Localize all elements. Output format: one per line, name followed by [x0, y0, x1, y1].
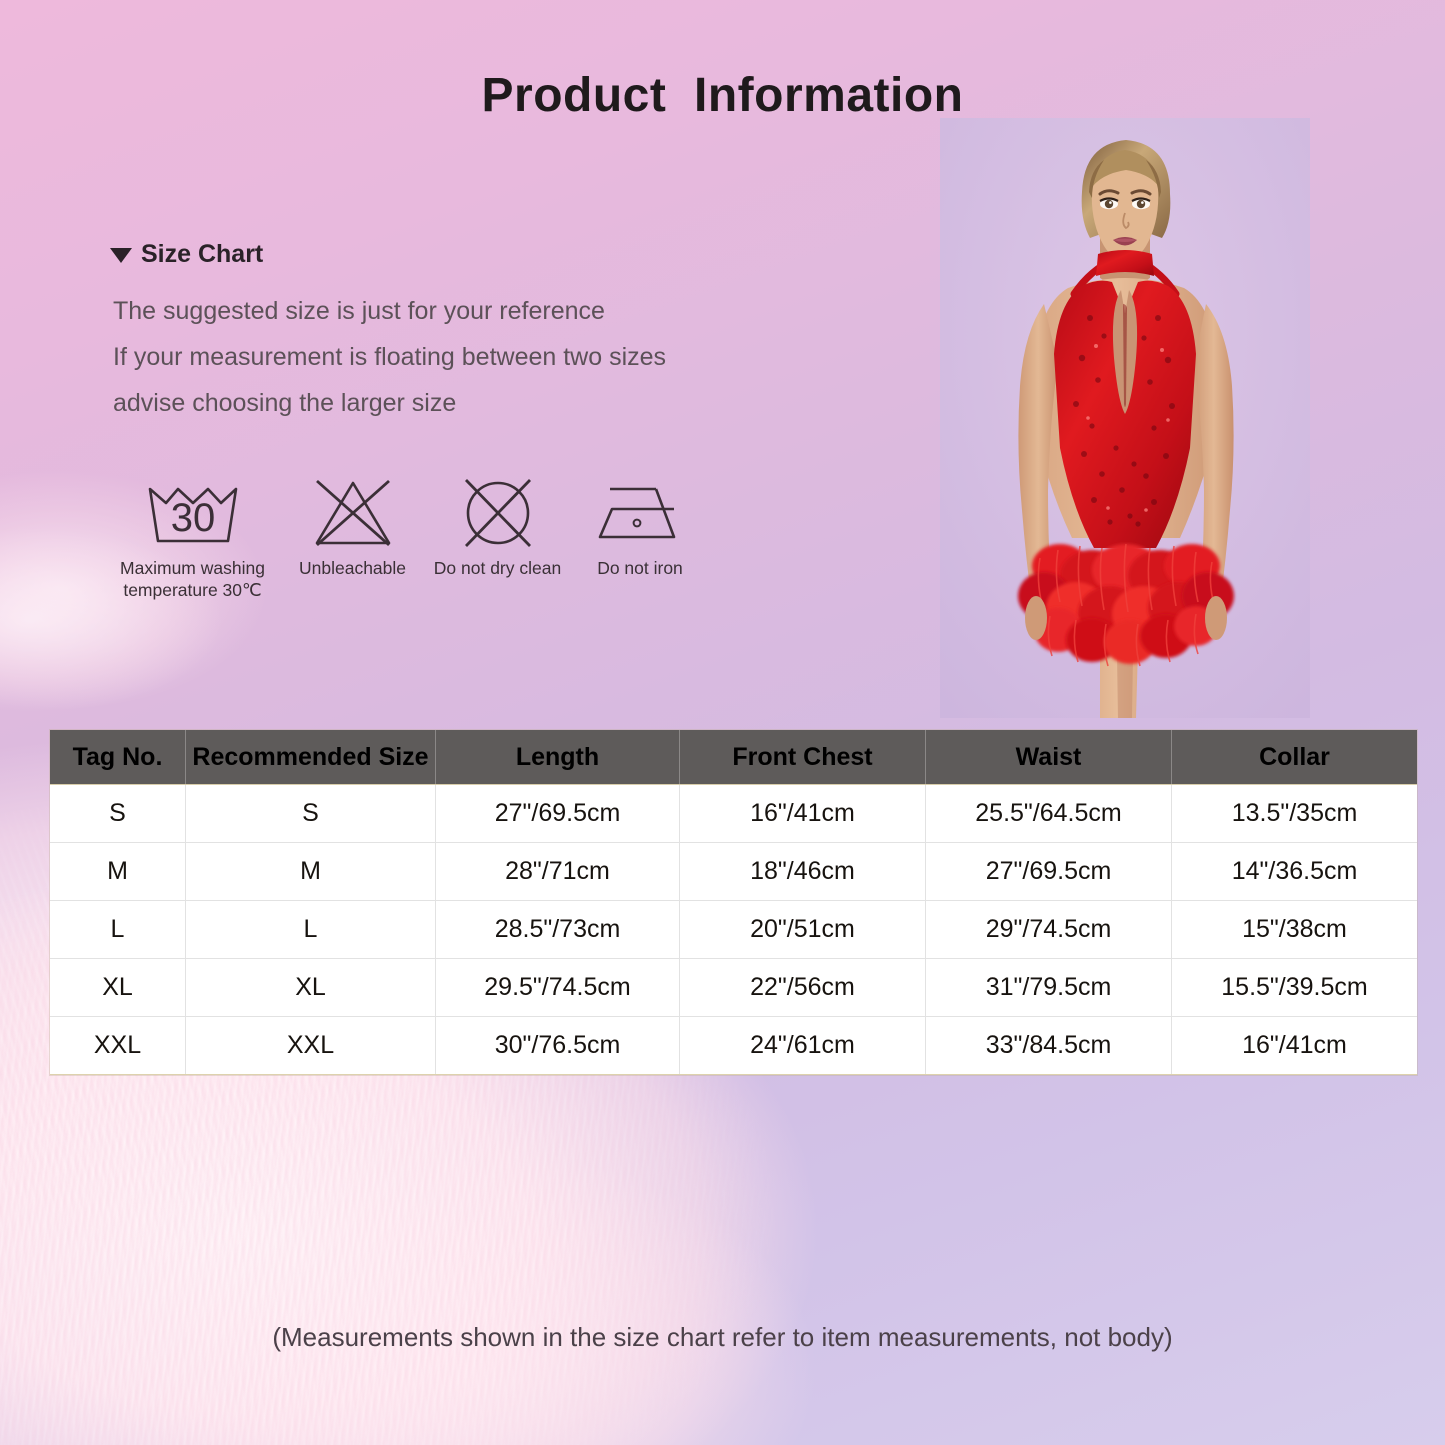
no-dry-clean-icon [448, 475, 548, 551]
cell-length: 28.5"/73cm [435, 900, 680, 959]
cell-collar: 15.5"/39.5cm [1171, 958, 1417, 1017]
cell-tag-no: L [50, 900, 186, 959]
cell-tag-no: XL [50, 958, 186, 1017]
cell-waist: 25.5"/64.5cm [925, 784, 1172, 843]
column-header-front-chest: Front Chest [679, 730, 926, 785]
product-model-photo [940, 118, 1310, 718]
care-item-dry-clean: Do not dry clean [425, 475, 570, 579]
cell-front-chest: 18"/46cm [679, 842, 926, 901]
care-label-line1: Do not dry clean [433, 558, 562, 578]
page-title: Product Information [481, 69, 964, 122]
care-label-line1: Maximum washing [120, 558, 265, 578]
size-chart-table: Tag No. Recommended Size Length Front Ch… [50, 730, 1417, 1075]
measurement-disclaimer: (Measurements shown in the size chart re… [272, 1322, 1173, 1352]
column-header-waist: Waist [925, 730, 1172, 785]
cell-length: 30"/76.5cm [435, 1016, 680, 1075]
product-information-page: Product Information Size Chart The sugge… [0, 0, 1445, 1445]
care-instruction-row: 30 Maximum washing temperature 30℃ Unble… [105, 475, 710, 601]
care-label-line1: Unbleachable [298, 558, 407, 578]
care-label-iron: Do not iron [597, 557, 683, 579]
care-item-iron: Do not iron [570, 475, 710, 579]
cell-collar: 14"/36.5cm [1171, 842, 1417, 901]
size-chart-note-line: If your measurement is floating between … [113, 343, 667, 371]
care-label-line2: temperature 30℃ [123, 580, 262, 600]
cell-recommended-size: L [185, 900, 436, 959]
wash-tub-30-icon: 30 [138, 475, 248, 551]
svg-text:30: 30 [170, 496, 215, 540]
table-row: XL XL 29.5"/74.5cm 22"/56cm 31"/79.5cm 1… [50, 958, 1417, 1017]
care-label-washing: Maximum washing temperature 30℃ [120, 557, 265, 601]
care-item-bleach: Unbleachable [280, 475, 425, 579]
cell-front-chest: 20"/51cm [679, 900, 926, 959]
cell-front-chest: 22"/56cm [679, 958, 926, 1017]
cell-waist: 31"/79.5cm [925, 958, 1172, 1017]
cell-waist: 33"/84.5cm [925, 1016, 1172, 1075]
column-header-tag-no: Tag No. [50, 730, 186, 785]
care-label-dry-clean: Do not dry clean [434, 557, 561, 579]
no-bleach-icon [303, 475, 403, 551]
size-chart-notes: The suggested size is just for your refe… [113, 288, 666, 426]
column-header-length: Length [435, 730, 680, 785]
no-iron-icon [588, 475, 692, 551]
cell-waist: 27"/69.5cm [925, 842, 1172, 901]
care-label-bleach: Unbleachable [299, 557, 406, 579]
table-row: S S 27"/69.5cm 16"/41cm 25.5"/64.5cm 13.… [50, 784, 1417, 843]
cell-tag-no: XXL [50, 1016, 186, 1075]
cell-front-chest: 16"/41cm [679, 784, 926, 843]
cell-length: 27"/69.5cm [435, 784, 680, 843]
cell-collar: 15"/38cm [1171, 900, 1417, 959]
table-row: L L 28.5"/73cm 20"/51cm 29"/74.5cm 15"/3… [50, 900, 1417, 959]
column-header-collar: Collar [1171, 730, 1417, 785]
cell-length: 29.5"/74.5cm [435, 958, 680, 1017]
triangle-down-icon [110, 248, 132, 263]
size-chart-note-line: advise choosing the larger size [113, 389, 457, 417]
cell-recommended-size: XL [185, 958, 436, 1017]
size-chart-heading: Size Chart [110, 240, 263, 269]
cell-recommended-size: S [185, 784, 436, 843]
cell-front-chest: 24"/61cm [679, 1016, 926, 1075]
cell-tag-no: S [50, 784, 186, 843]
care-label-line1: Do not iron [597, 558, 683, 578]
cell-length: 28"/71cm [435, 842, 680, 901]
table-row: M M 28"/71cm 18"/46cm 27"/69.5cm 14"/36.… [50, 842, 1417, 901]
cell-collar: 13.5"/35cm [1171, 784, 1417, 843]
cell-tag-no: M [50, 842, 186, 901]
cell-recommended-size: M [185, 842, 436, 901]
size-chart-heading-label: Size Chart [141, 240, 264, 268]
cell-collar: 16"/41cm [1171, 1016, 1417, 1075]
care-item-washing: 30 Maximum washing temperature 30℃ [105, 475, 280, 601]
table-header-row: Tag No. Recommended Size Length Front Ch… [50, 730, 1417, 785]
table-row: XXL XXL 30"/76.5cm 24"/61cm 33"/84.5cm 1… [50, 1016, 1417, 1075]
cell-recommended-size: XXL [185, 1016, 436, 1075]
cell-waist: 29"/74.5cm [925, 900, 1172, 959]
size-chart-note-line: The suggested size is just for your refe… [113, 297, 605, 325]
column-header-recommended-size: Recommended Size [185, 730, 436, 785]
